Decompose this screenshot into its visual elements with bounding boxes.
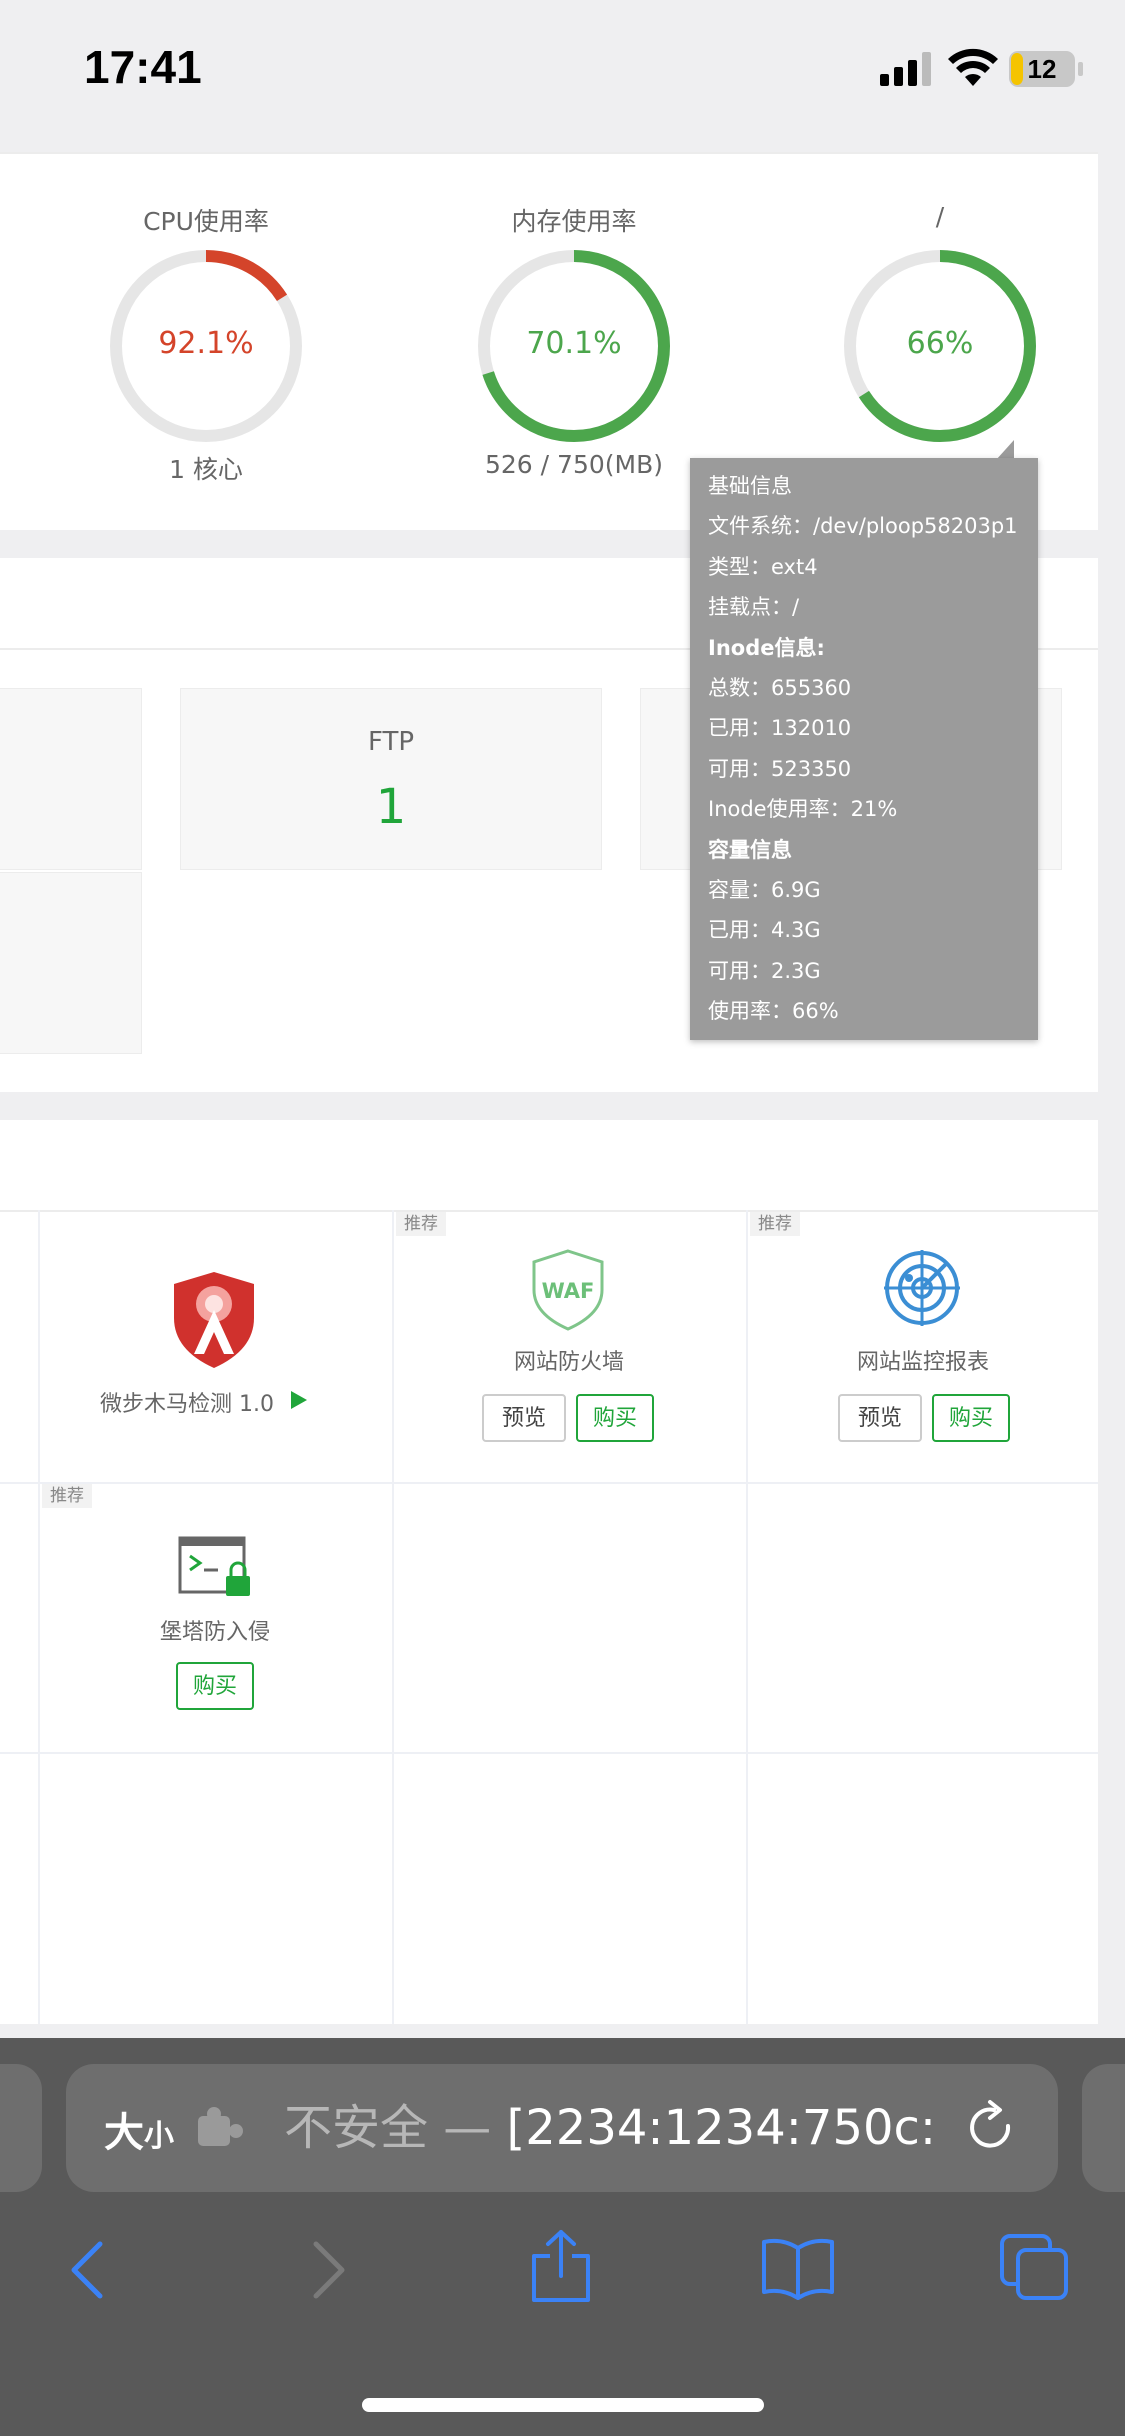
reload-icon[interactable]	[964, 2098, 1020, 2158]
tooltip-line: 容量：6.9G	[708, 877, 821, 902]
gauge-label-disk: /	[935, 202, 945, 231]
stat-box-ftp[interactable]: FTP 1	[180, 688, 602, 870]
tooltip-line: Inode使用率：21%	[708, 797, 898, 822]
app-name-monitor[interactable]: 网站监控报表	[796, 1344, 1050, 1376]
terminal-lock-icon	[178, 1536, 250, 1596]
stat-box-security[interactable]	[0, 872, 142, 1054]
radar-icon	[884, 1250, 960, 1326]
url-text[interactable]: 不安全 — [2234:1234:750c:1]	[284, 2098, 940, 2158]
battery-level: 12	[1027, 54, 1057, 84]
tooltip-line: 总数：655360	[708, 675, 852, 700]
tooltip-arrow	[996, 440, 1014, 460]
buy-button-waf[interactable]: 购买	[576, 1394, 654, 1442]
tooltip-line: 容量信息	[708, 837, 792, 862]
tooltip-line: 可用：523350	[708, 756, 852, 781]
back-icon[interactable]	[66, 2240, 106, 2300]
tooltip-line: 类型：ext4	[708, 554, 818, 579]
tooltip-line: 挂载点：/	[708, 595, 800, 620]
preview-button-waf[interactable]: 预览	[482, 1394, 566, 1442]
status-time: 17:41	[84, 41, 202, 93]
buy-button-monitor[interactable]: 购买	[932, 1394, 1010, 1442]
play-icon[interactable]	[290, 1390, 308, 1410]
recommend-tag: 推荐	[396, 1212, 446, 1236]
grid-divider	[38, 1210, 40, 2024]
gauge-sub-cpu: 1 核心	[169, 455, 243, 484]
signal-icon	[880, 52, 931, 86]
previous-tab-pill[interactable]	[0, 2064, 42, 2192]
grid-divider	[0, 1752, 1098, 1754]
gauge-label-memory: 内存使用率	[511, 207, 637, 236]
status-bar: 17:41 12	[0, 0, 1125, 132]
app-name-waf[interactable]: 网站防火墙	[442, 1344, 696, 1376]
home-indicator[interactable]	[362, 2398, 764, 2412]
tooltip-line: 已用：4.3G	[708, 918, 821, 943]
gauge-value-cpu: 92.1%	[158, 326, 254, 361]
preview-button-monitor[interactable]: 预览	[838, 1394, 922, 1442]
bookmarks-icon[interactable]	[760, 2236, 836, 2300]
tooltip-line: 使用率：66%	[708, 999, 839, 1024]
extension-icon[interactable]	[196, 2106, 244, 2150]
tooltip-line: 已用：132010	[708, 716, 852, 741]
tooltip-line: 基础信息	[708, 474, 792, 498]
app-name-intrusion[interactable]: 堡塔防入侵	[88, 1614, 342, 1646]
tooltip-line: 可用：2.3G	[708, 958, 821, 983]
recommend-tag: 推荐	[42, 1484, 92, 1508]
waf-shield-icon: WAF	[532, 1249, 604, 1331]
next-tab-pill[interactable]	[1082, 2064, 1125, 2192]
tooltip-line: Inode信息:	[708, 635, 825, 660]
stat-value-ftp[interactable]: 1	[181, 779, 601, 835]
disk-info-tooltip: 基础信息文件系统：/dev/ploop58203p1 类型：ext4 挂载点：/ In…	[690, 458, 1038, 1040]
grid-divider	[746, 1210, 748, 2024]
stat-box-site[interactable]	[0, 688, 142, 870]
svg-text:WAF: WAF	[542, 1279, 595, 1303]
gauge-label-cpu: CPU使用率	[143, 207, 269, 236]
stat-title-ftp: FTP	[367, 727, 415, 757]
text-size-button[interactable]: 大小	[104, 2100, 174, 2158]
wifi-icon	[948, 48, 998, 86]
tabs-icon[interactable]	[998, 2232, 1070, 2302]
grid-divider	[0, 1482, 1098, 1484]
recommend-tag: 推荐	[750, 1212, 800, 1236]
trojan-shield-icon	[174, 1272, 254, 1368]
gauge-value-disk: 66%	[906, 326, 974, 361]
tooltip-line: 文件系统：/dev/ploop58203p1	[708, 514, 1018, 539]
forward-icon[interactable]	[310, 2240, 350, 2300]
share-icon[interactable]	[530, 2228, 592, 2304]
grid-divider	[392, 1210, 394, 2024]
gauge-sub-memory: 526 / 750(MB)	[485, 450, 663, 479]
buy-button-intrusion[interactable]: 购买	[176, 1662, 254, 1710]
gauge-value-memory: 70.1%	[526, 326, 622, 361]
